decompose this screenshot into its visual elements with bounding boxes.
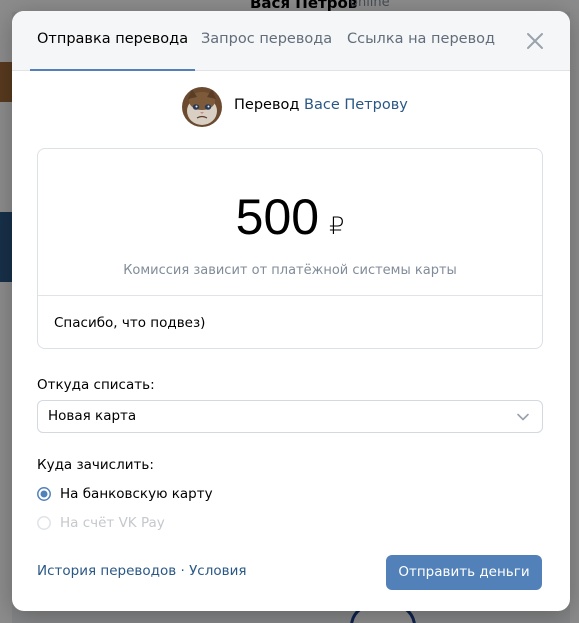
radio-unchecked-icon	[37, 516, 51, 530]
tab-bar: Отправка перевода Запрос перевода Ссылка…	[12, 11, 570, 71]
tab-transfer-link[interactable]: Ссылка на перевод	[347, 11, 495, 70]
amount-card: 500 ₽ Комиссия зависит от платёжной систе…	[37, 148, 543, 349]
destination-option-bank-card[interactable]: На банковскую карту	[37, 485, 337, 505]
amount-divider	[38, 295, 542, 296]
source-selected-value: Новая карта	[48, 408, 137, 424]
cat-avatar-image	[182, 87, 222, 127]
recipient-avatar[interactable]	[182, 87, 222, 127]
recipient-text: Перевод Васе Петрову	[234, 97, 408, 113]
footer-separator: ·	[180, 563, 185, 579]
commission-note: Комиссия зависит от платёжной системы ка…	[123, 263, 457, 278]
chevron-down-icon	[517, 413, 529, 421]
footer-links: История переводов · Условия	[37, 563, 246, 579]
amount-display[interactable]: 500 ₽	[38, 187, 542, 256]
terms-link[interactable]: Условия	[189, 563, 246, 579]
tab-request-transfer[interactable]: Запрос перевода	[201, 11, 332, 70]
transfer-modal: Отправка перевода Запрос перевода Ссылка…	[12, 11, 570, 611]
destination-option-label: На счёт VK Pay	[60, 515, 165, 531]
send-money-button[interactable]: Отправить деньги	[386, 555, 542, 590]
recipient-name-link[interactable]: Васе Петрову	[304, 97, 408, 113]
close-button[interactable]	[524, 30, 546, 52]
source-card-select[interactable]: Новая карта	[37, 400, 543, 433]
history-link[interactable]: История переводов	[37, 563, 176, 579]
source-label: Откуда списать:	[37, 377, 155, 393]
recipient-prefix: Перевод	[234, 97, 300, 113]
amount-input[interactable]: 500	[236, 189, 319, 245]
message-field[interactable]: Спасибо, что подвез)	[54, 315, 205, 331]
destination-label: Куда зачислить:	[37, 457, 154, 473]
currency-symbol: ₽	[329, 212, 345, 240]
close-icon	[527, 33, 543, 49]
destination-option-vkpay: На счёт VK Pay	[37, 514, 337, 534]
destination-option-label: На банковскую карту	[60, 486, 213, 502]
recipient-row: Перевод Васе Петрову	[182, 87, 502, 127]
radio-checked-icon[interactable]	[37, 487, 51, 501]
tab-send-transfer[interactable]: Отправка перевода	[29, 11, 196, 71]
